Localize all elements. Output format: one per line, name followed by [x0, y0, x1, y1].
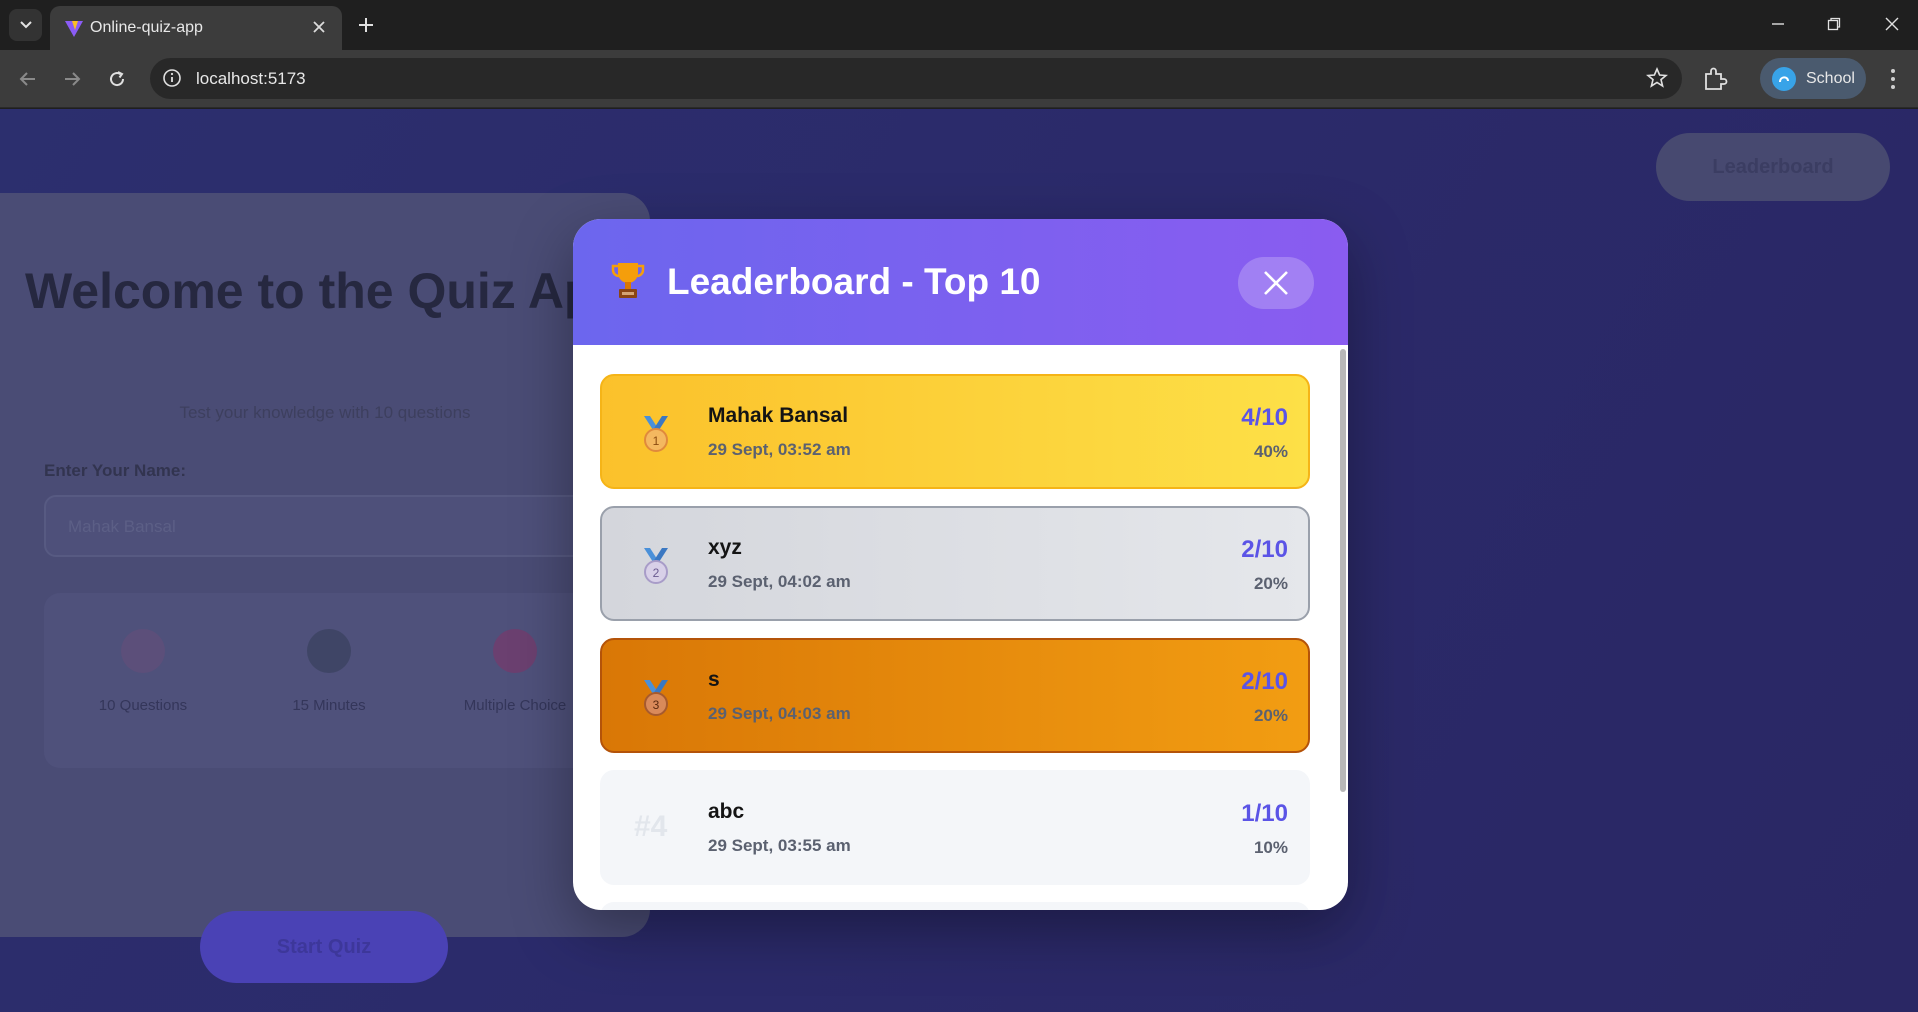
back-button[interactable]: [12, 63, 44, 95]
start-quiz-button[interactable]: Start Quiz: [200, 911, 448, 983]
leaderboard-entry-1: 1 Mahak Bansal 29 Sept, 03:52 am 4/10 40…: [600, 374, 1310, 489]
site-info-icon[interactable]: [162, 68, 182, 88]
welcome-title: Welcome to the Quiz App: [24, 263, 626, 319]
welcome-card: Welcome to the Quiz App Test your knowle…: [0, 193, 650, 983]
leaderboard-entry-4: #4 abc 29 Sept, 03:55 am 1/10 10%: [600, 770, 1310, 885]
minimize-button[interactable]: [1758, 10, 1798, 38]
entry-name: Mahak Bansal: [708, 404, 849, 427]
trophy-icon: [611, 263, 645, 298]
new-tab-button[interactable]: [353, 12, 379, 38]
modal-title: Leaderboard - Top 10: [667, 261, 1041, 302]
tab-title: Online-quiz-app: [90, 19, 203, 36]
entry-percent: 40%: [1253, 442, 1288, 461]
feature-minutes: 15 Minutes: [244, 629, 414, 714]
target-icon: [493, 629, 537, 673]
profile-avatar: [1772, 66, 1796, 91]
restore-button[interactable]: [1814, 10, 1854, 38]
browser-tab-active[interactable]: Online-quiz-app: [50, 6, 342, 50]
entry-date: 29 Sept, 04:02 am: [708, 572, 851, 591]
entry-percent: 20%: [1253, 574, 1288, 593]
tab-close-button[interactable]: [308, 16, 330, 38]
close-icon: [1264, 271, 1288, 295]
browser-toolbar: localhost:5173 School: [0, 50, 1918, 108]
forward-button[interactable]: [56, 63, 88, 95]
page-viewport: Welcome to the Quiz App Test your knowle…: [0, 109, 1918, 1012]
close-window-button[interactable]: [1872, 10, 1912, 38]
welcome-subtitle: Test your knowledge with 10 questions: [179, 403, 471, 422]
entry-date: 29 Sept, 03:52 am: [708, 440, 851, 459]
name-input[interactable]: Mahak Bansal: [44, 495, 614, 557]
school-avatar-icon: [1779, 75, 1789, 82]
name-label: Enter Your Name:: [44, 461, 187, 480]
minimize-icon: [1772, 23, 1784, 25]
bronze-medal-icon: 3: [644, 680, 668, 716]
extensions-puzzle-icon[interactable]: [1700, 64, 1730, 94]
profile-label: School: [1806, 69, 1855, 87]
restore-icon: [1827, 17, 1841, 31]
url-text: localhost:5173: [196, 69, 306, 88]
leaderboard-modal: Leaderboard - Top 10 1 Mahak Bansal 29 S…: [573, 219, 1348, 910]
stopwatch-icon: [307, 629, 351, 673]
plus-icon: [359, 18, 373, 32]
entry-name: abc: [708, 800, 745, 823]
vite-favicon-icon: [65, 21, 83, 37]
reload-button[interactable]: [101, 63, 133, 95]
entry-date: 29 Sept, 03:55 am: [708, 836, 851, 855]
profile-button[interactable]: School: [1760, 58, 1866, 99]
entry-date: 29 Sept, 04:03 am: [708, 704, 851, 723]
entry-percent: 10%: [1253, 838, 1288, 857]
modal-close-button[interactable]: [1238, 257, 1314, 309]
arrow-right-icon: [65, 72, 81, 86]
notes-icon: [121, 629, 165, 673]
leaderboard-entry-3: 3 s 29 Sept, 04:03 am 2/10 20%: [600, 638, 1310, 753]
medal-rank-text: 1: [653, 434, 660, 448]
entry-score: 2/10: [1241, 536, 1288, 563]
bookmark-star-icon[interactable]: [1646, 67, 1668, 89]
entry-score: 1/10: [1241, 800, 1288, 827]
browser-tabstrip: Online-quiz-app: [0, 0, 1918, 50]
gold-medal-icon: 1: [644, 416, 668, 452]
browser-menu-button[interactable]: [1880, 64, 1906, 94]
feature-label: 15 Minutes: [292, 697, 366, 714]
leaderboard-button-label: Leaderboard: [1712, 155, 1834, 178]
entry-rank: #4: [634, 810, 668, 843]
entry-score: 4/10: [1241, 404, 1288, 431]
reload-icon: [110, 71, 125, 87]
feature-questions: 10 Questions: [58, 629, 228, 714]
name-input-placeholder: Mahak Bansal: [68, 517, 176, 536]
arrow-left-icon: [19, 72, 35, 86]
chevron-down-icon: [19, 21, 32, 29]
leaderboard-entry-2: 2 xyz 29 Sept, 04:02 am 2/10 20%: [600, 506, 1310, 621]
entry-name: xyz: [708, 536, 742, 559]
entry-score: 2/10: [1241, 668, 1288, 695]
modal-header: Leaderboard - Top 10: [573, 219, 1348, 345]
modal-scrollbar[interactable]: [1340, 349, 1346, 792]
address-bar[interactable]: localhost:5173: [150, 58, 1682, 99]
close-icon: [1885, 17, 1899, 31]
feature-label: 10 Questions: [98, 697, 188, 714]
medal-rank-text: 3: [653, 698, 660, 712]
medal-rank-text: 2: [653, 566, 660, 580]
silver-medal-icon: 2: [644, 548, 668, 584]
feature-grid: 10 Questions 15 Minutes Multiple Choice: [44, 593, 614, 768]
entry-percent: 20%: [1253, 706, 1288, 725]
tab-search-button[interactable]: [9, 9, 42, 41]
leaderboard-button[interactable]: Leaderboard: [1656, 133, 1890, 201]
entry-name: s: [708, 668, 720, 691]
leaderboard-entry-5: [600, 902, 1310, 910]
leaderboard-list[interactable]: 1 Mahak Bansal 29 Sept, 03:52 am 4/10 40…: [573, 345, 1348, 910]
close-icon: [313, 21, 325, 33]
